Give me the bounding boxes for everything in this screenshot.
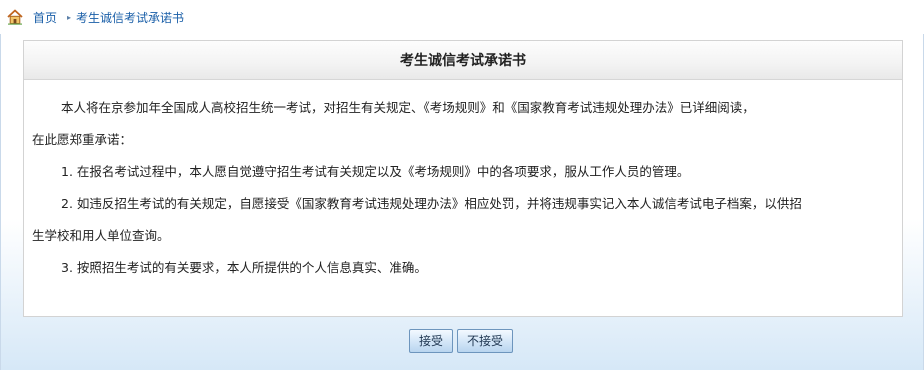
pledge-item-1: 1. 在报名考试过程中，本人愿自觉遵守招生考试有关规定以及《考场规则》中的各项要…	[61, 164, 690, 179]
pledge-paragraph: 本人将在京参加年全国成人高校招生统一考试，对招生有关规定、《考场规则》和《国家教…	[61, 100, 755, 115]
breadcrumb-home-link[interactable]: 首页	[33, 9, 57, 26]
pledge-item-2: 2. 如违反招生考试的有关规定，自愿接受《国家教育考试违规处理办法》相应处罚，并…	[61, 196, 802, 211]
reject-button[interactable]: 不接受	[457, 329, 514, 353]
pledge-title: 考生诚信考试承诺书	[24, 41, 902, 80]
content-area: 考生诚信考试承诺书 本人将在京参加年全国成人高校招生统一考试，对招生有关规定、《…	[0, 34, 924, 370]
pledge-body: 本人将在京参加年全国成人高校招生统一考试，对招生有关规定、《考场规则》和《国家教…	[24, 80, 902, 284]
pledge-item-2-continued: 生学校和用人单位查询。	[32, 228, 170, 243]
action-buttons: 接受 不接受	[1, 329, 923, 353]
accept-button[interactable]: 接受	[408, 329, 453, 353]
pledge-paragraph: 在此愿郑重承诺：	[32, 132, 133, 147]
pledge-item-3: 3. 按照招生考试的有关要求，本人所提供的个人信息真实、准确。	[61, 260, 427, 275]
breadcrumb-current: 考生诚信考试承诺书	[76, 10, 185, 25]
breadcrumb-separator-icon: ▸	[67, 12, 72, 22]
home-icon[interactable]	[6, 8, 24, 26]
breadcrumb: 首页 ▸ 考生诚信考试承诺书	[0, 0, 924, 34]
pledge-panel: 考生诚信考试承诺书 本人将在京参加年全国成人高校招生统一考试，对招生有关规定、《…	[23, 40, 903, 317]
